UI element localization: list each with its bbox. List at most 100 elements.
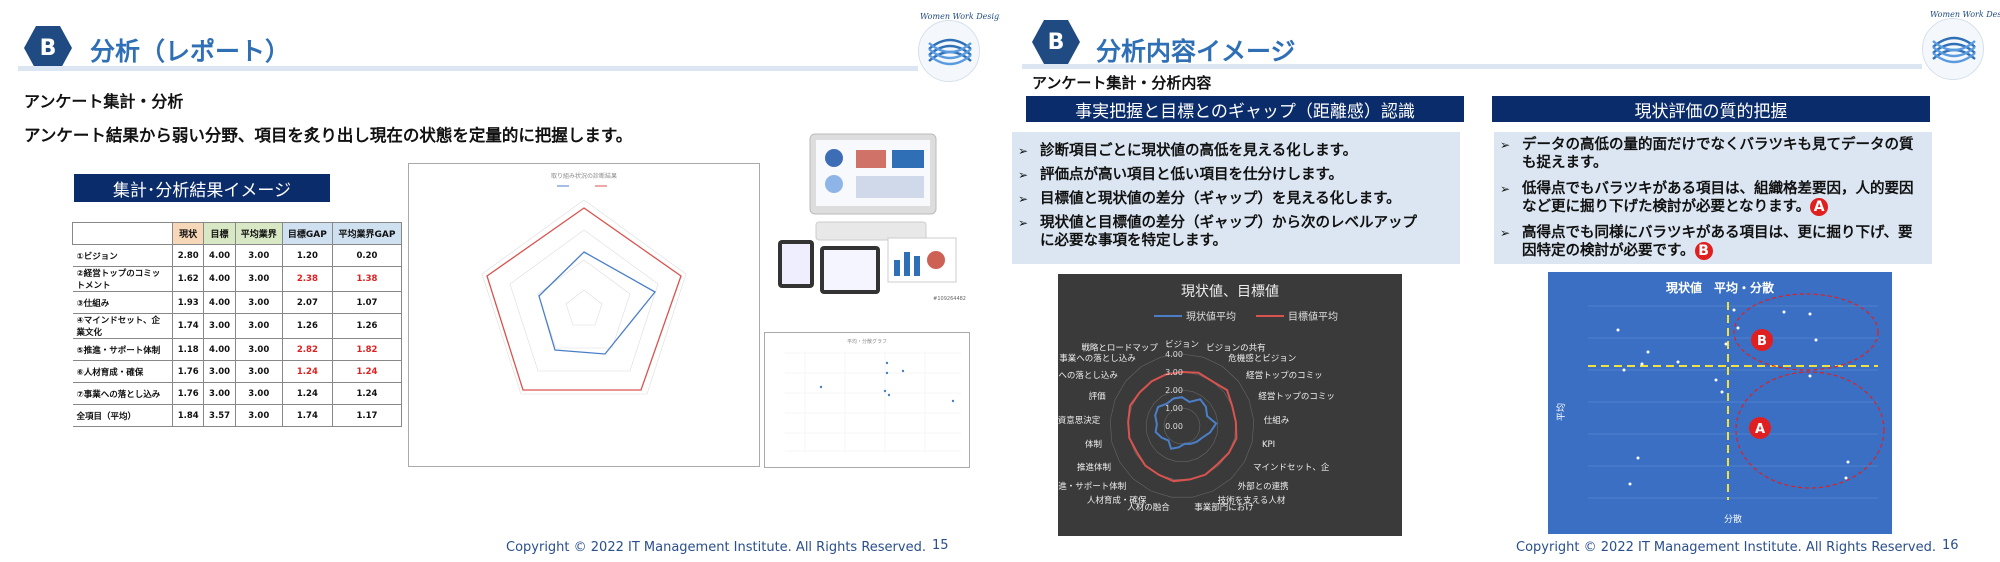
table-cell: 1.07 <box>331 291 403 314</box>
table-cell: 3.00 <box>234 244 283 267</box>
table-cell: 1.74 <box>171 313 205 339</box>
dashboard-illustration: #109264482 <box>776 130 972 302</box>
table-cell: 0.20 <box>331 244 403 267</box>
box1-bullet: ➢ 目標値と現状値の差分（ギャップ）を見える化します。 <box>1018 191 1401 207</box>
row-label: ③仕組み <box>72 291 173 314</box>
scatter-ylabel: 平均 <box>1555 403 1567 421</box>
table-cell: 2.38 <box>281 266 333 292</box>
table-cell: 1.26 <box>281 313 333 339</box>
table-row: ⑦事業への落とし込み 1.76 3.00 3.00 1.24 1.24 <box>72 382 403 405</box>
section-badge: B <box>1032 20 1080 64</box>
radar-category-label: 評価 <box>1089 391 1107 402</box>
table-cell: 2.07 <box>281 291 333 314</box>
table-cell: 1.26 <box>331 313 403 339</box>
radar-chart-thumbnail: 取り組み状況の診断結果 <box>408 163 760 467</box>
box2-bullet: ➢ 低得点でもバラツキがある項目は、組織格差要因，人的要因など更に掘り下げた検討が… <box>1500 181 1914 216</box>
table-cell: 3.00 <box>234 404 283 427</box>
table-cell: 1.24 <box>331 382 403 405</box>
box2-bullet: ➢ 高得点でも同様にバラツキがある項目は、更に掘り下げ、要因特定の検討が必要です。… <box>1500 225 1913 260</box>
radar-category-label: 体制 <box>1085 439 1102 450</box>
table-header <box>72 222 173 245</box>
scatter-chart-thumbnail: 平均・分散グラフ <box>764 332 970 468</box>
box2-bullets: ➢ データの高低の量的面だけでなくバラツキも見てデータの質も捉えます。 ➢ 低得点で… <box>1494 132 1932 264</box>
result-image-label: 集計･分析結果イメージ <box>74 174 330 202</box>
radar-tick-label: 0.00 <box>1165 422 1183 431</box>
radar-category-label: 人材育成・確保 <box>1087 495 1147 506</box>
table-cell: 1.20 <box>281 244 333 267</box>
radar-category-label: 経営トップのコミッ <box>1246 370 1323 381</box>
table-cell: 4.00 <box>203 244 236 267</box>
table-row: ⑥人材育成・確保 1.76 3.00 3.00 1.24 1.24 <box>72 360 403 383</box>
copyright-footer: Copyright © 2022 IT Management Institute… <box>506 540 926 555</box>
box2-bullet: ➢ データの高低の量的面だけでなくバラツキも見てデータの質も捉えます。 <box>1500 137 1914 171</box>
radar-category-label: ビジョンの共有 <box>1206 343 1266 354</box>
table-row: 全項目（平均） 1.84 3.57 3.00 1.74 1.17 <box>72 404 403 427</box>
row-label: 全項目（平均） <box>72 404 173 427</box>
table-row: ⑤推進・サポート体制 1.18 4.00 3.00 2.82 1.82 <box>72 338 403 361</box>
table-cell: 1.62 <box>171 266 205 292</box>
row-label: ④マインドセット、企業文化 <box>72 313 173 339</box>
radar-category-label: 事業部門におけ <box>1194 502 1254 513</box>
table-cell: 1.93 <box>171 291 205 314</box>
annotation-b: B <box>1757 334 1767 349</box>
summary-table: 現状 目標 平均業界 目標GAP 平均業界GAP ①ビジョン 2.80 4.00 3.00 1.… <box>72 222 403 427</box>
table-cell: 2.82 <box>281 338 333 361</box>
radar-tick-label: 2.00 <box>1165 386 1183 395</box>
radar-category-label: 事業への落とし込み <box>1059 353 1136 364</box>
table-header: 現状 <box>171 222 205 245</box>
radar-category-label: 推進体制 <box>1077 462 1111 473</box>
radar-svg: 現状値、目標値 現状値平均 目標値平均 0.00 1.00 2.00 3.00 4.00… <box>1041 284 1338 513</box>
table-cell: 4.00 <box>203 291 236 314</box>
table-header: 目標 <box>203 222 236 245</box>
radar-title: 現状値、目標値 <box>1181 284 1279 300</box>
title-underline <box>1022 64 1922 69</box>
radar-category-label: 投資意思決定 <box>1058 415 1101 426</box>
legend-current: 現状値平均 <box>1186 310 1236 323</box>
table-cell: 1.18 <box>171 338 205 361</box>
table-cell: 2.80 <box>171 244 205 267</box>
radar-chart: 現状値、目標値 現状値平均 目標値平均 0.00 1.00 2.00 3.00 4.00… <box>1041 274 1402 536</box>
table-header: 平均業界GAP <box>331 222 403 245</box>
page-title: 分析（レポート） <box>90 37 291 66</box>
radar-tick-label: 4.00 <box>1165 350 1183 359</box>
copyright-footer: Copyright © 2022 IT Management Institute… <box>1516 540 1936 555</box>
table-cell: 3.00 <box>203 313 236 339</box>
table-cell: 1.24 <box>281 382 333 405</box>
table-cell: 4.00 <box>203 266 236 292</box>
company-logo <box>1922 18 1984 80</box>
annotation-a: A <box>1755 422 1765 437</box>
table-cell: 3.00 <box>234 360 283 383</box>
logo-icon <box>1932 36 1976 64</box>
row-label: ⑦事業への落とし込み <box>72 382 173 405</box>
table-cell: 4.00 <box>203 338 236 361</box>
box1-bullet: ➢ 現状値と目標値の差分（ギャップ）から次のレベルアップに必要な事項を特定します。 <box>1018 215 1417 249</box>
row-label: ①ビジョン <box>72 244 173 267</box>
marker-a: A <box>1810 198 1829 216</box>
row-label: ⑤推進・サポート体制 <box>72 338 173 361</box>
table-cell: 1.82 <box>331 338 403 361</box>
slide-16: B 分析内容イメージ Women Work Design アンケート集計・分析内… <box>1000 0 2000 562</box>
table-cell: 3.00 <box>203 382 236 405</box>
logo-text: Women Work Design <box>1930 10 2000 19</box>
svg-text:取り組み状況の診断結果: 取り組み状況の診断結果 <box>551 172 617 180</box>
page-title: 分析内容イメージ <box>1096 37 1296 66</box>
radar-tick-label: 1.00 <box>1165 404 1183 413</box>
radar-category-label: 事業への落とし込み <box>1058 370 1118 381</box>
page-number: 16 <box>1942 538 1959 553</box>
radar-category-label: 経営トップのコミッ <box>1258 391 1335 402</box>
radar-tick-label: 3.00 <box>1165 368 1183 377</box>
section-subtitle: アンケート集計・分析内容 <box>1032 74 1212 92</box>
table-cell: 3.57 <box>203 404 236 427</box>
box1-bullets: ➢ 診断項目ごとに現状値の高低を見える化します。 ➢ 評価点が高い項目と低い項目を仕… <box>1012 132 1460 264</box>
table-cell: 1.24 <box>281 360 333 383</box>
title-underline <box>18 66 918 71</box>
radar-category-label: マインドセット、企 <box>1253 462 1330 473</box>
table-cell: 3.00 <box>234 338 283 361</box>
scatter-chart: 現状値 平均・分散 B A 分散 平均 <box>1548 272 1892 534</box>
table-cell: 1.74 <box>281 404 333 427</box>
table-cell: 3.00 <box>234 313 283 339</box>
radar-category-label: 戦略とロードマップ <box>1081 343 1158 354</box>
table-row: ③仕組み 1.93 4.00 3.00 2.07 1.07 <box>72 291 403 314</box>
table-header: 目標GAP <box>281 222 333 245</box>
table-cell: 3.00 <box>203 360 236 383</box>
